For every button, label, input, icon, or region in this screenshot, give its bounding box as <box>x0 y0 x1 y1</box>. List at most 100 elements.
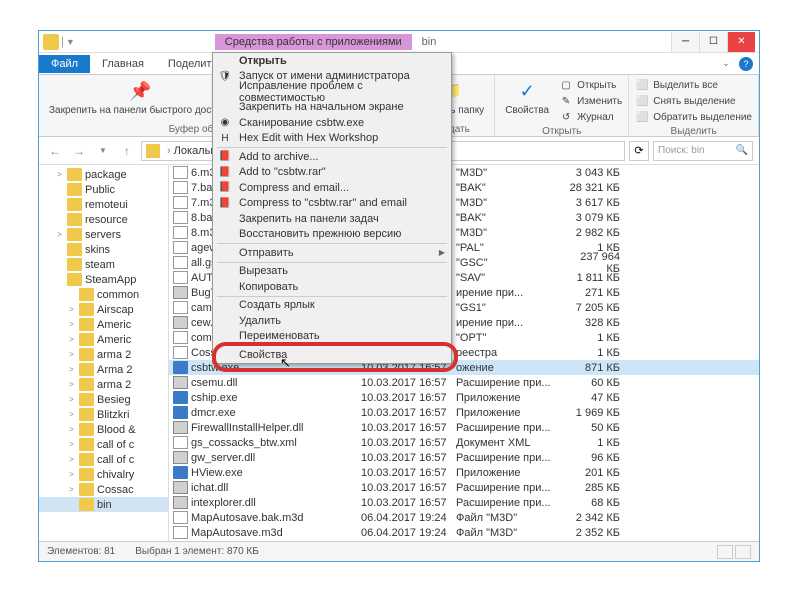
tree-item[interactable]: >Besieg <box>39 392 168 407</box>
tree-item[interactable]: bin <box>39 497 168 512</box>
qat-dropdown[interactable]: ▼ <box>66 37 75 47</box>
close-button[interactable]: ✕ <box>727 32 755 52</box>
tree-item[interactable]: >servers <box>39 227 168 242</box>
expand-icon[interactable]: > <box>67 470 76 479</box>
select-none-button[interactable]: ⬜Снять выделение <box>635 93 752 109</box>
menu-item[interactable]: Закрепить на панели задач <box>213 211 451 227</box>
select-all-button[interactable]: ⬜Выделить все <box>635 77 752 93</box>
file-size: 1 969 КБ <box>566 407 624 419</box>
tree-item[interactable]: >call of c <box>39 452 168 467</box>
file-row[interactable]: csemu.dll10.03.2017 16:57Расширение при.… <box>169 375 759 390</box>
tab-file[interactable]: Файл <box>39 55 90 73</box>
tree-item[interactable]: remoteui <box>39 197 168 212</box>
expand-icon[interactable]: > <box>67 395 76 404</box>
menu-item[interactable]: Копировать <box>213 279 451 295</box>
tab-home[interactable]: Главная <box>90 55 156 73</box>
refresh-button[interactable]: ⟳ <box>629 141 649 161</box>
file-size: 50 КБ <box>566 422 624 434</box>
menu-item[interactable]: Открыть <box>213 53 451 69</box>
expand-icon[interactable]: > <box>67 305 76 314</box>
tree-item[interactable]: >Airscap <box>39 302 168 317</box>
menu-item[interactable]: Отправить▶ <box>213 245 451 261</box>
qat-separator: | <box>61 36 64 48</box>
history-button[interactable]: ↺Журнал <box>559 109 622 125</box>
menu-item[interactable]: Удалить <box>213 313 451 329</box>
expand-icon[interactable]: > <box>67 440 76 449</box>
expand-icon[interactable]: > <box>67 365 76 374</box>
file-row[interactable]: FirewallInstallHelper.dll10.03.2017 16:5… <box>169 420 759 435</box>
tree-item[interactable]: >Cossac <box>39 482 168 497</box>
menu-item[interactable]: Создать ярлык <box>213 298 451 314</box>
expand-icon[interactable]: > <box>67 455 76 464</box>
tree-item[interactable]: >Blitzkri <box>39 407 168 422</box>
tree-item[interactable]: common <box>39 287 168 302</box>
expand-icon[interactable]: > <box>67 380 76 389</box>
file-icon <box>173 316 188 329</box>
tree-item[interactable]: >Americ <box>39 317 168 332</box>
expand-icon[interactable]: > <box>67 335 76 344</box>
tree-item[interactable]: skins <box>39 242 168 257</box>
menu-item[interactable]: Исправление проблем с совместимостью <box>213 84 451 100</box>
view-large-button[interactable] <box>735 545 751 559</box>
menu-item[interactable]: HHex Edit with Hex Workshop <box>213 131 451 147</box>
tree-item[interactable]: >Blood & <box>39 422 168 437</box>
file-row[interactable]: MapAutosave.bak.m3d06.04.2017 19:24Файл … <box>169 510 759 525</box>
file-row[interactable]: MapAutosave.m3d06.04.2017 19:24Файл "M3D… <box>169 525 759 540</box>
contextual-tab[interactable]: Средства работы с приложениями <box>215 34 412 50</box>
search-input[interactable]: Поиск: bin 🔍 <box>653 141 753 161</box>
tree-item[interactable]: SteamApp <box>39 272 168 287</box>
menu-item[interactable]: 📕Compress and email... <box>213 180 451 196</box>
file-row[interactable]: gs_cossacks_btw.xml10.03.2017 16:57Докум… <box>169 435 759 450</box>
folder-tree[interactable]: >packagePublicremoteuiresource>serverssk… <box>39 165 169 541</box>
forward-button[interactable]: → <box>69 141 89 161</box>
tree-item[interactable]: >call of c <box>39 437 168 452</box>
context-menu[interactable]: Открыть🛡Запуск от имени администратораИс… <box>212 52 452 364</box>
minimize-button[interactable]: ─ <box>671 32 699 52</box>
ribbon-collapse-icon[interactable]: ⌄ <box>719 57 733 71</box>
expand-icon[interactable]: > <box>67 425 76 434</box>
pin-button[interactable]: 📌Закрепить на панели быстрого доступа <box>45 77 236 118</box>
tree-item[interactable]: steam <box>39 257 168 272</box>
menu-item-label: Вырезать <box>239 265 288 277</box>
tree-item[interactable]: >arma 2 <box>39 377 168 392</box>
tree-item[interactable]: >arma 2 <box>39 347 168 362</box>
properties-button[interactable]: ✓Свойства <box>501 77 553 118</box>
file-type: Приложение <box>456 467 566 479</box>
file-row[interactable]: intexplorer.dll10.03.2017 16:57Расширени… <box>169 495 759 510</box>
back-button[interactable]: ← <box>45 141 65 161</box>
tree-item[interactable]: resource <box>39 212 168 227</box>
menu-item[interactable]: 📕Compress to "csbtw.rar" and email <box>213 196 451 212</box>
menu-item[interactable]: Восстановить прежнюю версию <box>213 227 451 243</box>
file-row[interactable]: cship.exe10.03.2017 16:57Приложение47 КБ <box>169 390 759 405</box>
menu-item[interactable]: ◉Сканирование csbtw.exe <box>213 115 451 131</box>
expand-icon[interactable]: > <box>67 485 76 494</box>
menu-item[interactable]: Переименовать <box>213 329 451 345</box>
menu-item[interactable]: 📕Add to archive... <box>213 149 451 165</box>
menu-item[interactable]: Вырезать <box>213 264 451 280</box>
maximize-button[interactable]: ☐ <box>699 32 727 52</box>
view-details-button[interactable] <box>717 545 733 559</box>
tree-item[interactable]: >chivalry <box>39 467 168 482</box>
file-row[interactable]: HView.exe10.03.2017 16:57Приложение201 К… <box>169 465 759 480</box>
invert-button[interactable]: ⬜Обратить выделение <box>635 109 752 125</box>
file-row[interactable]: gw_server.dll10.03.2017 16:57Расширение … <box>169 450 759 465</box>
menu-item[interactable]: Закрепить на начальном экране <box>213 100 451 116</box>
expand-icon[interactable]: > <box>55 170 64 179</box>
tree-item[interactable]: >Arma 2 <box>39 362 168 377</box>
up-button[interactable]: ↑ <box>117 141 137 161</box>
file-row[interactable]: ichat.dll10.03.2017 16:57Расширение при.… <box>169 480 759 495</box>
edit-button[interactable]: ✎Изменить <box>559 93 622 109</box>
expand-icon[interactable]: > <box>67 350 76 359</box>
expand-icon[interactable]: > <box>55 230 64 239</box>
recent-dropdown[interactable]: ▼ <box>93 141 113 161</box>
tree-item[interactable]: >package <box>39 167 168 182</box>
menu-item[interactable]: Свойства <box>213 347 451 363</box>
expand-icon[interactable]: > <box>67 410 76 419</box>
open-button[interactable]: ▢Открыть <box>559 77 622 93</box>
help-icon[interactable]: ? <box>739 57 753 71</box>
tree-item[interactable]: >Americ <box>39 332 168 347</box>
file-row[interactable]: dmcr.exe10.03.2017 16:57Приложение1 969 … <box>169 405 759 420</box>
expand-icon[interactable]: > <box>67 320 76 329</box>
menu-item[interactable]: 📕Add to "csbtw.rar" <box>213 165 451 181</box>
tree-item[interactable]: Public <box>39 182 168 197</box>
